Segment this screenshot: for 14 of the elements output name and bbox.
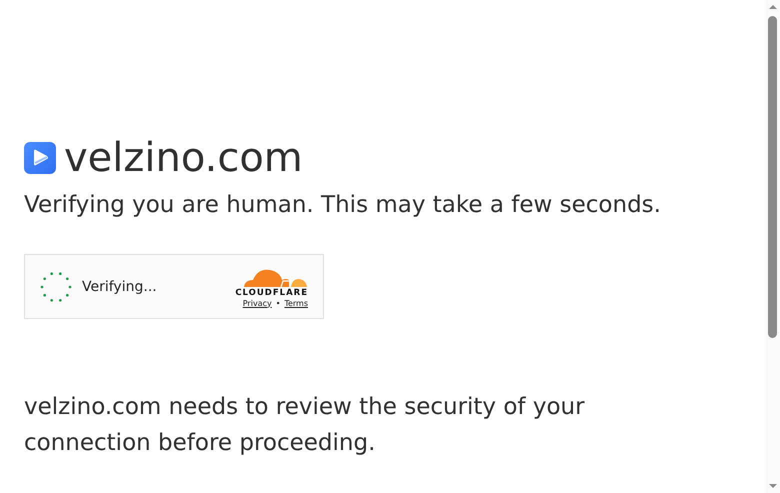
link-separator: • bbox=[276, 298, 280, 310]
scroll-up-icon[interactable] bbox=[768, 4, 778, 10]
site-title: velzino.com bbox=[64, 136, 303, 180]
security-message: velzino.com needs to review the security of your connection before proceeding. bbox=[24, 393, 586, 458]
verifying-status: Verifying... bbox=[82, 278, 157, 294]
terms-link[interactable]: Terms bbox=[284, 298, 308, 310]
play-logo-icon bbox=[24, 142, 56, 174]
scroll-down-icon[interactable] bbox=[768, 483, 778, 489]
brand-wordmark: CLOUDFLARE bbox=[235, 288, 308, 298]
scrollbar[interactable] bbox=[765, 0, 780, 493]
verify-subtitle: Verifying you are human. This may take a few seconds. bbox=[24, 191, 662, 220]
spinner-icon bbox=[40, 270, 72, 302]
scroll-thumb[interactable] bbox=[768, 16, 777, 338]
privacy-link[interactable]: Privacy bbox=[242, 298, 272, 310]
